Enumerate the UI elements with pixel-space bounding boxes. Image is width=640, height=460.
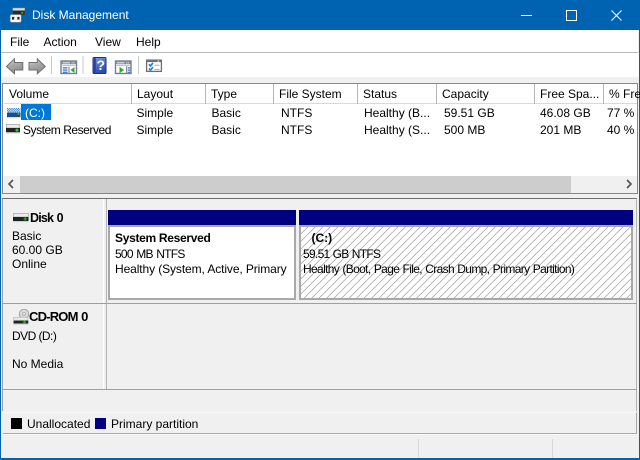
svg-text:?: ? xyxy=(97,57,106,73)
